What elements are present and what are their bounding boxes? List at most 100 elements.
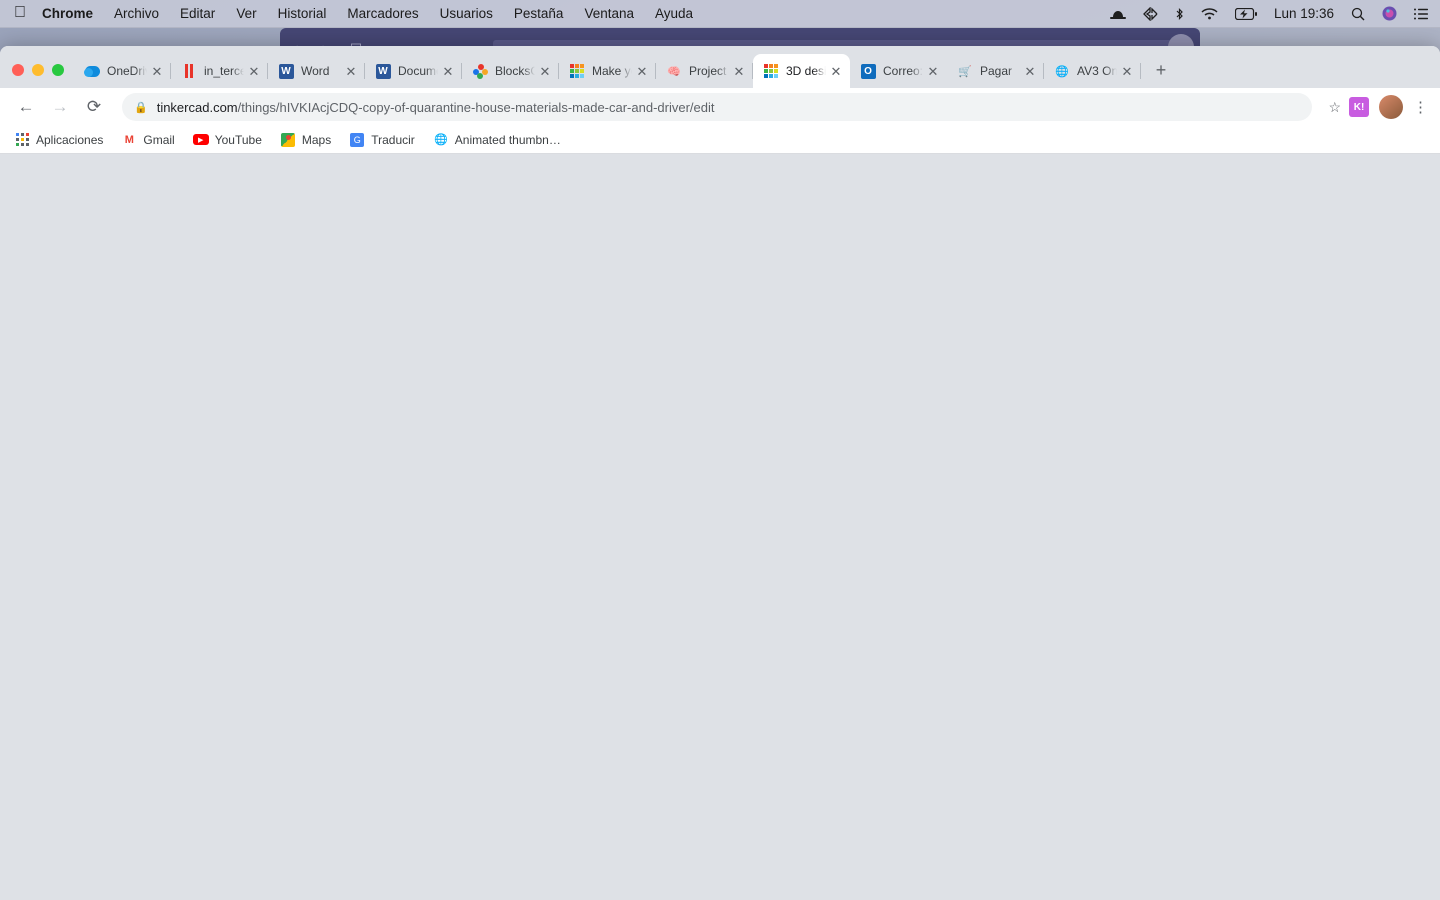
menu-item-chrome[interactable]: Chrome (42, 6, 93, 21)
tab-close-button[interactable]: ✕ (246, 65, 262, 78)
lock-icon: 🔒 (134, 101, 148, 114)
tab-title: OneDrive (107, 64, 147, 78)
search-icon[interactable] (1351, 7, 1365, 21)
bookmark-gmail[interactable]: M Gmail (121, 132, 175, 148)
bars-icon (181, 63, 197, 79)
bookmark-maps[interactable]: Maps (280, 132, 331, 148)
tab-close-button[interactable]: ✕ (537, 65, 553, 78)
tab-close-button[interactable]: ✕ (828, 65, 844, 78)
cart-icon: 🛒 (958, 65, 972, 78)
youtube-icon: ▶ (192, 132, 209, 148)
browser-tab[interactable]: O Correo: E ✕ (850, 54, 947, 88)
bookmark-traducir[interactable]: G Traducir (349, 132, 415, 148)
menu-item-usuarios[interactable]: Usuarios (440, 6, 493, 21)
browser-tab[interactable]: OneDrive ✕ (74, 54, 171, 88)
unity-icon[interactable] (1143, 6, 1158, 21)
bowler-hat-icon[interactable] (1109, 8, 1126, 20)
browser-tab[interactable]: in_tercero ✕ (171, 54, 268, 88)
browser-tab[interactable]: Make you ✕ (559, 54, 656, 88)
globe-icon: 🌐 (1055, 65, 1069, 78)
forward-button[interactable]: → (46, 93, 74, 121)
browser-tab-active[interactable]: 3D desig ✕ (753, 54, 850, 88)
bookmark-animated-thumbnail[interactable]: 🌐 Animated thumbn… (433, 132, 561, 148)
tab-list: OneDrive ✕ in_tercero ✕ W Word ✕ W Docum… (74, 46, 1440, 88)
menu-item-ventana[interactable]: Ventana (584, 6, 634, 21)
menubar-status-area: Lun 19:36 (1109, 6, 1440, 21)
browser-tab[interactable]: 🧠 Project E ✕ (656, 54, 753, 88)
tab-title: AV3 Onlin (1077, 64, 1117, 78)
bookmark-label: Gmail (143, 132, 175, 147)
browser-tab[interactable]: 🛒 Pagar ✕ (947, 54, 1044, 88)
menu-item-ayuda[interactable]: Ayuda (655, 6, 693, 21)
window-traffic-lights[interactable] (0, 64, 74, 88)
tab-close-button[interactable]: ✕ (149, 65, 165, 78)
menu-item-archivo[interactable]: Archivo (114, 6, 159, 21)
bookmark-label: Aplicaciones (36, 132, 104, 147)
tab-close-button[interactable]: ✕ (1119, 65, 1135, 78)
bookmarks-bar: Aplicaciones M Gmail ▶ YouTube Maps G Tr… (0, 126, 1440, 154)
tab-close-button[interactable]: ✕ (1022, 65, 1038, 78)
battery-charging-icon[interactable] (1234, 7, 1257, 20)
browser-tab[interactable]: 🌐 AV3 Onlin ✕ (1044, 54, 1141, 88)
tab-title: Project E (689, 64, 729, 78)
minimize-window-button[interactable] (32, 64, 44, 76)
gmail-icon: M (124, 133, 134, 146)
tab-close-button[interactable]: ✕ (343, 65, 359, 78)
bookmark-aplicaciones[interactable]: Aplicaciones (14, 132, 103, 148)
translate-icon: G (349, 132, 365, 148)
maximize-window-button[interactable] (52, 64, 64, 76)
maps-icon (280, 132, 296, 148)
url-path: /things/hIVKIAcjCDQ-copy-of-quarantine-h… (237, 99, 715, 115)
tab-close-button[interactable]: ✕ (440, 65, 456, 78)
apple-logo-icon[interactable]:  (14, 4, 26, 21)
tab-close-button[interactable]: ✕ (731, 65, 747, 78)
chrome-tabstrip: OneDrive ✕ in_tercero ✕ W Word ✕ W Docum… (0, 46, 1440, 88)
tab-title: Pagar (980, 64, 1013, 78)
kebab-menu-icon[interactable]: ⋮ (1413, 98, 1428, 116)
onedrive-icon (83, 63, 100, 79)
menu-item-ver[interactable]: Ver (236, 6, 256, 21)
reload-button[interactable]: ⟳ (80, 93, 108, 121)
apps-grid-icon (14, 132, 30, 148)
address-bar-url: tinkercad.com/things/hIVKIAcjCDQ-copy-of… (157, 100, 715, 115)
tab-title: Documen (398, 64, 438, 78)
tab-title: Correo: E (883, 64, 923, 78)
globe-icon: 🌐 (433, 134, 448, 146)
back-button[interactable]: ← (12, 93, 40, 121)
profile-avatar[interactable] (1379, 95, 1403, 119)
blockscad-icon (472, 63, 488, 79)
tinkercad-icon (763, 63, 779, 79)
menu-item-marcadores[interactable]: Marcadores (347, 6, 418, 21)
bookmark-label: YouTube (214, 132, 262, 147)
menu-item-pestana[interactable]: Pestaña (514, 6, 564, 21)
siri-icon[interactable] (1382, 6, 1397, 21)
menu-item-editar[interactable]: Editar (180, 6, 215, 21)
browser-tab[interactable]: W Word ✕ (268, 54, 365, 88)
tab-title: BlocksCA (495, 64, 535, 78)
bookmark-star-icon[interactable]: ☆ (1328, 99, 1341, 116)
control-center-icon[interactable] (1414, 8, 1428, 20)
close-window-button[interactable] (12, 64, 24, 76)
bookmark-youtube[interactable]: ▶ YouTube (192, 132, 262, 148)
bookmark-label: Traducir (371, 132, 415, 147)
extension-icon[interactable]: K! (1349, 97, 1369, 117)
new-tab-button[interactable]: + (1147, 56, 1175, 84)
chrome-browser-window: OneDrive ✕ in_tercero ✕ W Word ✕ W Docum… (0, 46, 1440, 900)
bookmark-label: Maps (301, 132, 332, 147)
browser-tab[interactable]: W Documen ✕ (365, 54, 462, 88)
tinkercad-icon (569, 63, 585, 79)
macos-menubar:  Chrome Archivo Editar Ver Historial Ma… (0, 0, 1440, 28)
tab-title: Make you (592, 64, 632, 78)
bluetooth-icon[interactable] (1175, 7, 1184, 21)
tab-close-button[interactable]: ✕ (634, 65, 650, 78)
word-icon: W (278, 63, 294, 79)
browser-tab[interactable]: BlocksCA ✕ (462, 54, 559, 88)
outlook-icon: O (860, 63, 876, 79)
address-bar[interactable]: 🔒 tinkercad.com/things/hIVKIAcjCDQ-copy-… (122, 93, 1313, 121)
tab-title: in_tercero (204, 64, 244, 78)
bookmark-label: Animated thumbn… (454, 132, 561, 147)
menu-item-historial[interactable]: Historial (278, 6, 327, 21)
chrome-toolbar: ← → ⟳ 🔒 tinkercad.com/things/hIVKIAcjCDQ… (0, 88, 1440, 126)
wifi-icon[interactable] (1201, 7, 1218, 20)
tab-close-button[interactable]: ✕ (925, 65, 941, 78)
